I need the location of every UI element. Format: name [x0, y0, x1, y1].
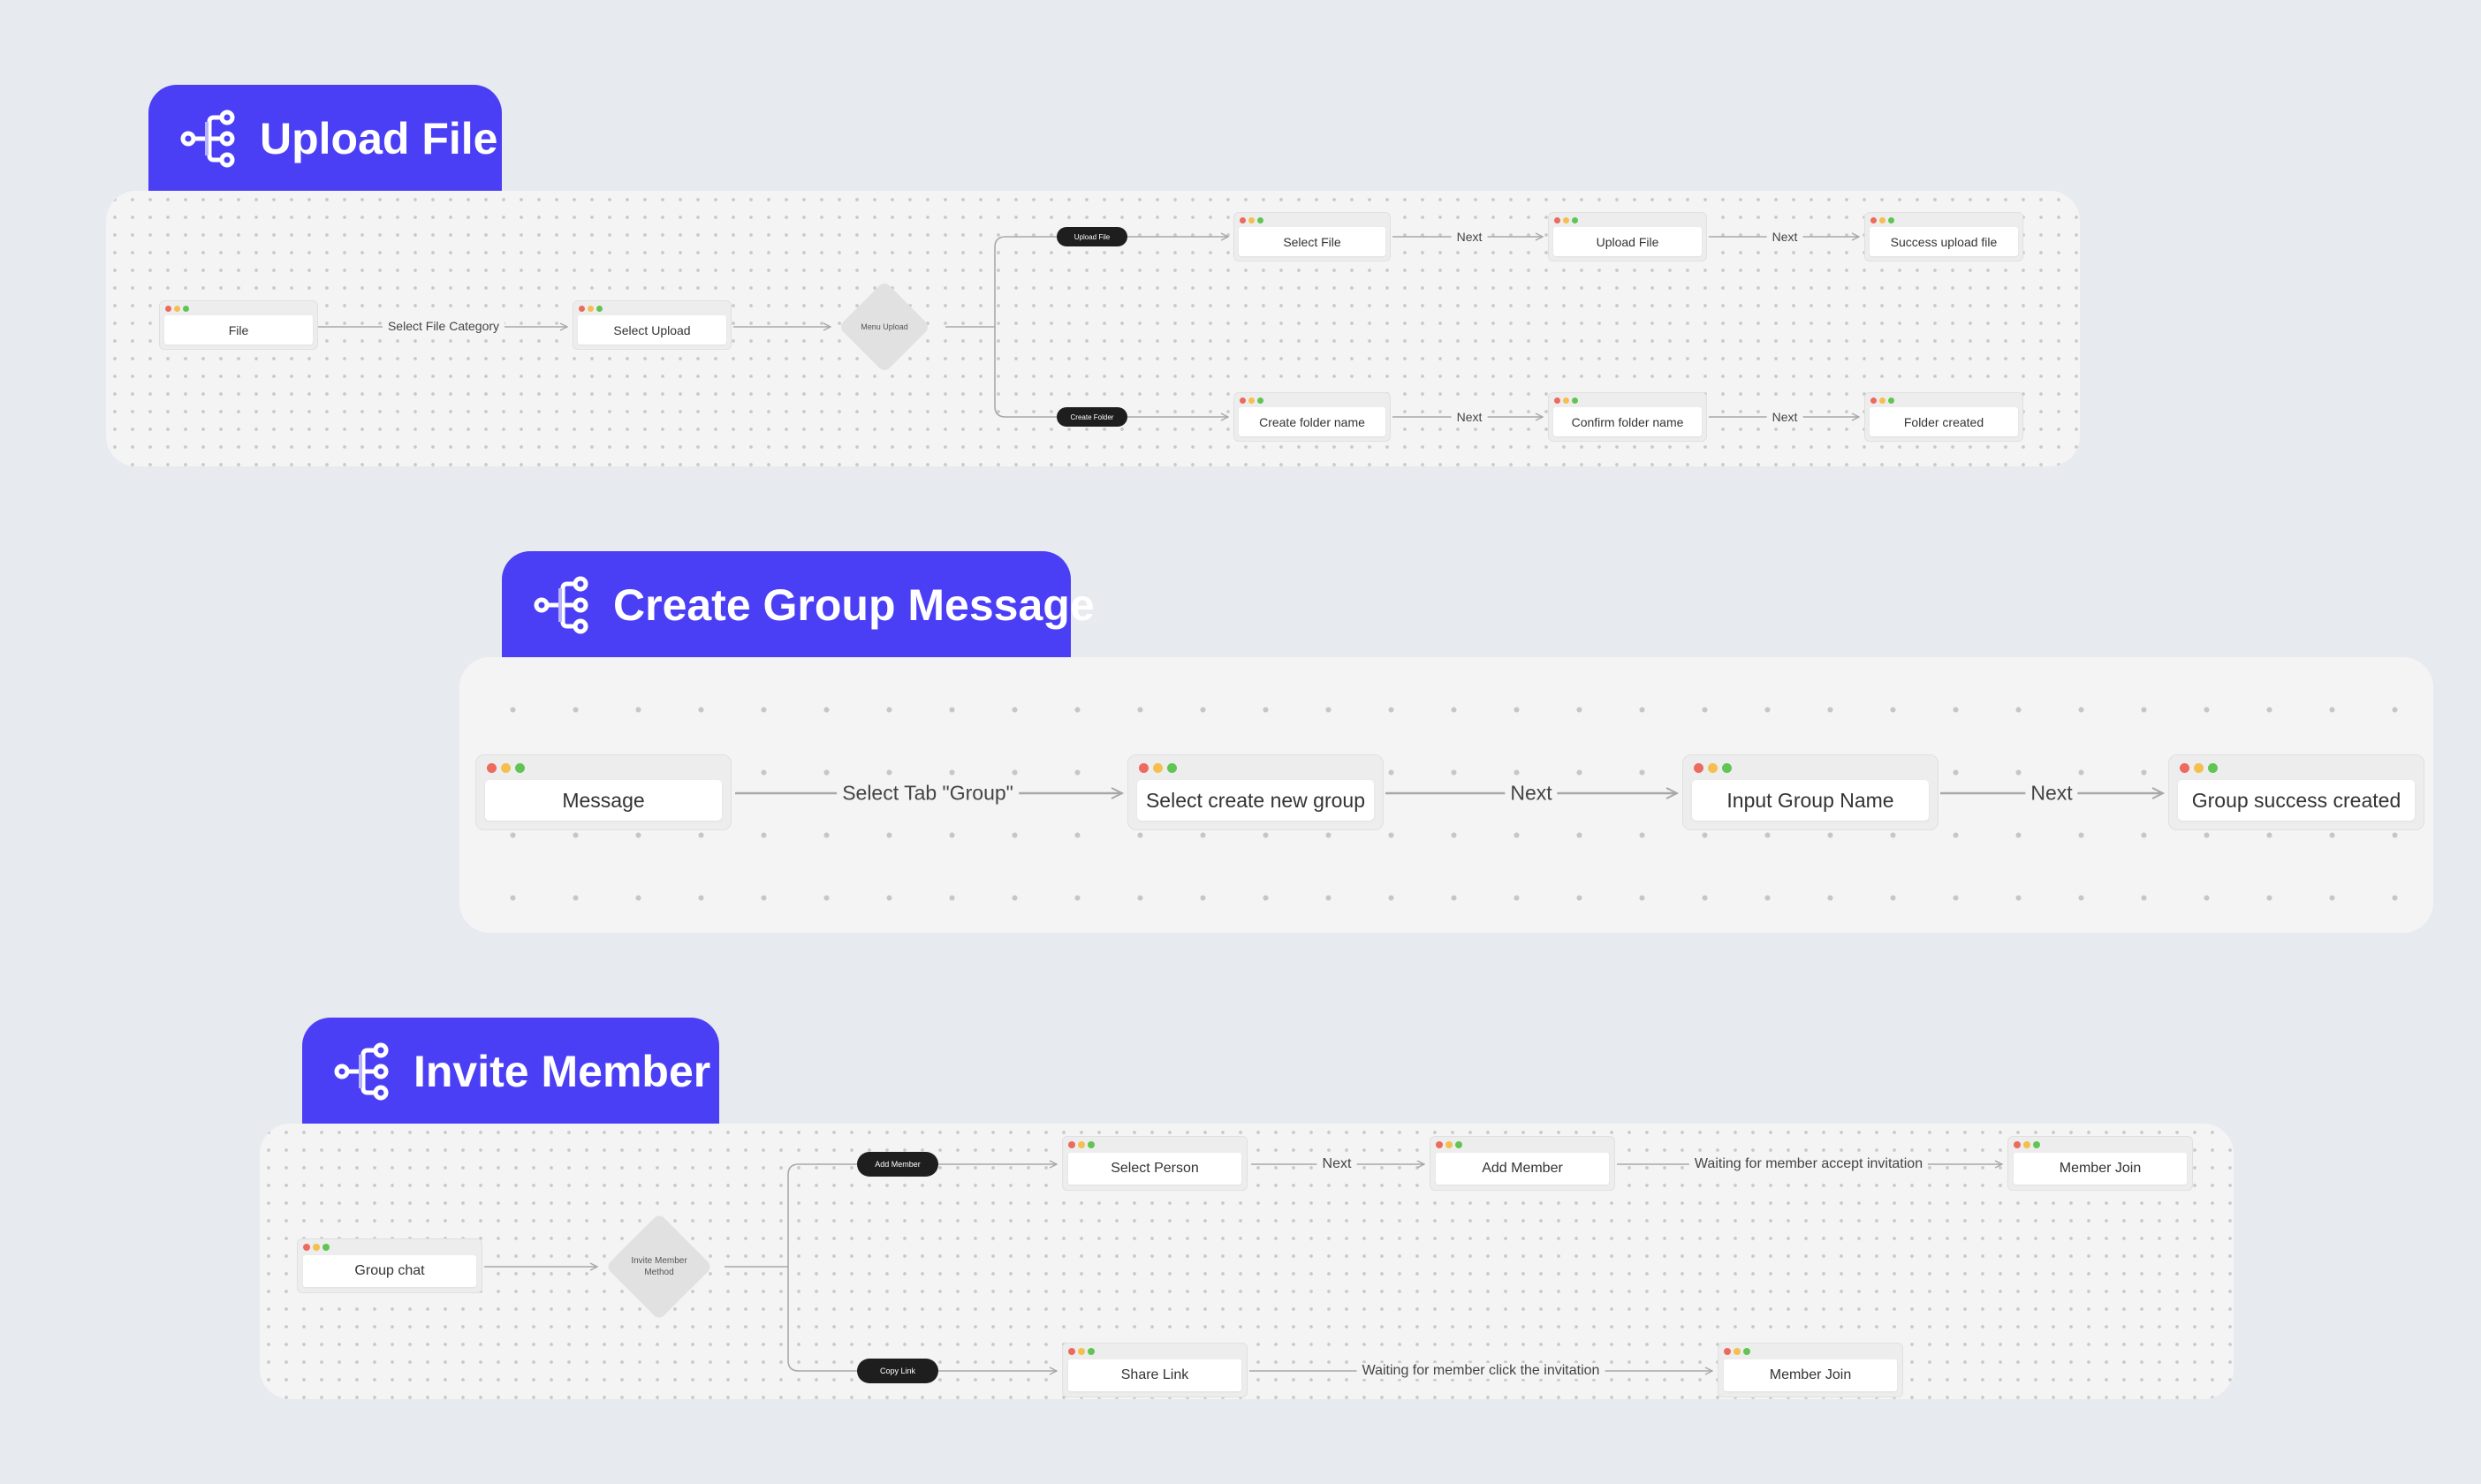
pill-add-member[interactable]: Add Member [857, 1152, 938, 1177]
flow-title: Upload File [260, 114, 498, 163]
node-label: Select Upload [578, 315, 726, 344]
edge-label: Next [1766, 410, 1803, 424]
node-add-member[interactable]: Add Member [1430, 1136, 1615, 1191]
node-input-group-name[interactable]: Input Group Name [1682, 754, 1939, 830]
node-label: File [164, 315, 313, 344]
node-label: Upload File [1553, 227, 1702, 256]
tab-upload-file: Upload File [148, 85, 502, 193]
node-member-join-link[interactable]: Member Join [1718, 1343, 1903, 1397]
node-label: Input Group Name [1692, 780, 1929, 821]
node-group-chat[interactable]: Group chat [297, 1238, 482, 1293]
flow-tree-icon [534, 576, 588, 634]
node-label: Member Join [1724, 1359, 1897, 1391]
decision-label: Invite Member Method [631, 1255, 687, 1278]
edge-label: Next [1451, 410, 1488, 424]
node-label: Member Join [2014, 1153, 2187, 1185]
decision-invite-member-method[interactable]: Invite Member Method [597, 1212, 721, 1321]
node-file[interactable]: File [159, 300, 318, 350]
pill-create-folder[interactable]: Create Folder [1057, 407, 1127, 427]
node-select-file[interactable]: Select File [1233, 212, 1391, 261]
node-label: Select create new group [1137, 780, 1374, 821]
edge-label: Waiting for member accept invitation [1688, 1156, 1929, 1172]
node-label: Add Member [1436, 1153, 1609, 1185]
edge-label: Next [2025, 781, 2078, 806]
node-label: Folder created [1870, 407, 2018, 436]
node-select-create-new-group[interactable]: Select create new group [1127, 754, 1384, 830]
flow-tree-icon [180, 110, 235, 168]
node-label: Success upload file [1870, 227, 2018, 256]
edge-label: Next [1505, 781, 1558, 806]
node-label: Group success created [2178, 780, 2415, 821]
node-create-folder-name[interactable]: Create folder name [1233, 392, 1391, 442]
node-select-upload[interactable]: Select Upload [573, 300, 732, 350]
edge-label: Select Tab "Group" [837, 781, 1019, 806]
pill-copy-link[interactable]: Copy Link [857, 1359, 938, 1383]
node-label: Create folder name [1239, 407, 1385, 436]
node-folder-created[interactable]: Folder created [1864, 392, 2023, 442]
node-share-link[interactable]: Share Link [1062, 1343, 1248, 1397]
node-label: Group chat [303, 1255, 476, 1287]
flow-canvas-create-group-message [459, 657, 2433, 933]
edge-label: Select File Category [382, 319, 505, 333]
node-label: Share Link [1068, 1359, 1241, 1391]
edge-label: Next [1766, 230, 1803, 244]
tab-invite-member: Invite Member [302, 1018, 719, 1125]
node-group-success-created[interactable]: Group success created [2168, 754, 2424, 830]
pill-upload-file[interactable]: Upload File [1057, 227, 1127, 246]
flow-title: Invite Member [414, 1047, 711, 1096]
node-label: Message [485, 780, 722, 821]
node-message[interactable]: Message [475, 754, 732, 830]
node-member-join-accept[interactable]: Member Join [2007, 1136, 2193, 1191]
decision-label: Menu Upload [861, 322, 908, 331]
edge-label: Next [1451, 230, 1488, 244]
node-label: Confirm folder name [1553, 407, 1702, 436]
edge-label: Next [1316, 1156, 1357, 1172]
node-label: Select File [1239, 227, 1385, 256]
node-select-person[interactable]: Select Person [1062, 1136, 1248, 1191]
decision-menu-upload[interactable]: Menu Upload [831, 280, 938, 374]
flow-title: Create Group Message [613, 580, 1095, 630]
node-success-upload-file[interactable]: Success upload file [1864, 212, 2023, 261]
tab-create-group-message: Create Group Message [502, 551, 1095, 659]
edge-label: Waiting for member click the invitation [1356, 1363, 1605, 1379]
node-label: Select Person [1068, 1153, 1241, 1185]
flow-tree-icon [334, 1042, 389, 1101]
node-upload-file[interactable]: Upload File [1548, 212, 1707, 261]
node-confirm-folder-name[interactable]: Confirm folder name [1548, 392, 1707, 442]
